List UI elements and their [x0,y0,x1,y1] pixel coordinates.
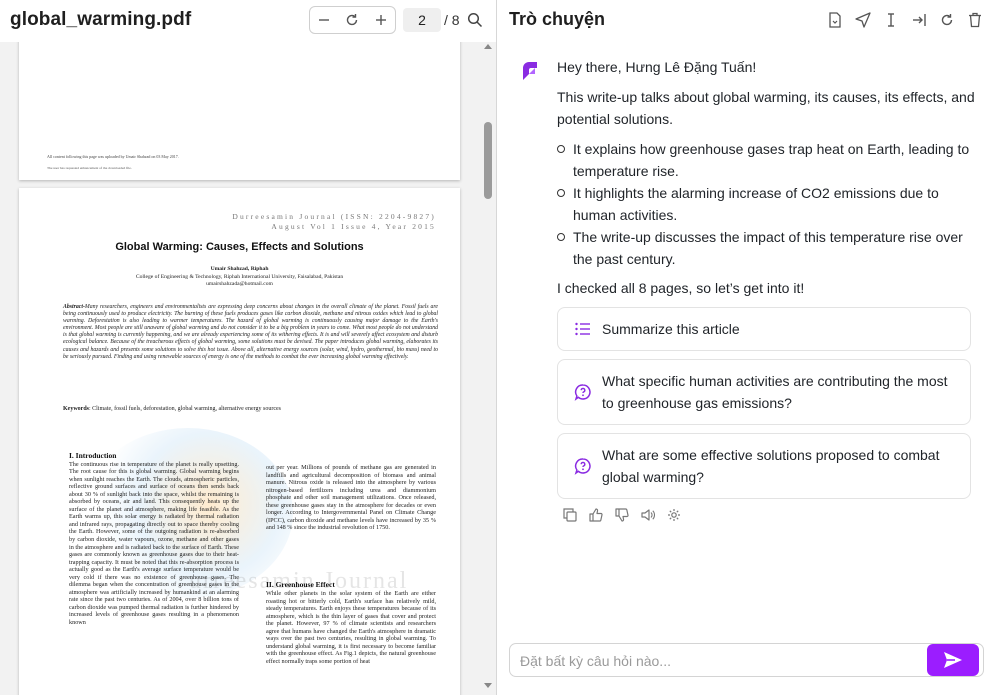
suggestion-summarize[interactable]: Summarize this article [557,307,971,351]
question-bubble-icon [574,383,592,401]
keywords-text: : Climate, fossil fuels, deforestation, … [89,406,282,412]
keywords-label: Keywords [63,406,89,412]
section2-text: While other planets in the solar system … [266,590,436,665]
thumbs-up-button[interactable] [589,508,603,522]
chat-input-box [509,643,984,677]
pdf-page-1: All content following this page was uplo… [19,42,460,180]
chat-input[interactable] [520,650,920,672]
page-total: / 8 [444,12,460,28]
section1-text: The continuous rise in temperature of th… [69,460,239,627]
thumbs-up-icon [589,508,603,522]
send-arrow-icon [944,652,962,668]
send-icon [854,11,871,28]
text-cursor-button[interactable] [881,9,900,30]
chat-title: Trò chuyện [509,9,606,29]
pdf-scrollbar[interactable] [480,42,496,695]
rotate-button[interactable] [340,8,364,32]
suggestion-question[interactable]: What specific human activities are contr… [557,359,971,425]
author-name: Umair Shahzad, Riphah [210,266,269,272]
pdf-file-name: global_warming.pdf [10,9,192,30]
pdf-page-2: Durreesamin Journal (ISSN: 2204-9827) Au… [19,188,460,695]
read-aloud-button[interactable] [641,508,655,522]
scroll-thumb[interactable] [484,122,492,199]
abstract-text: Many researchers, engineers and environm… [63,304,438,360]
paper-title: Global Warming: Causes, Effects and Solu… [115,241,364,253]
summary-bullet: It highlights the alarming increase of C… [557,182,977,226]
section1-heading: I. Introduction [69,451,117,460]
file-button[interactable] [825,9,844,30]
zoom-out-button[interactable] [312,8,336,32]
copy-button[interactable] [563,508,577,522]
paper-keywords: Keywords: Climate, fossil fuels, defores… [63,406,438,412]
assistant-avatar [519,60,541,82]
message-actions [563,508,681,522]
author-email: umairshahzada@hotmail.com [206,281,273,287]
suggestion-label: Summarize this article [602,321,740,337]
list-icon [574,320,592,338]
journal-line-1: Durreesamin Journal (ISSN: 2204-9827) [232,212,436,221]
pdf-search-button[interactable] [464,8,486,32]
refresh-button[interactable] [937,9,956,30]
zoom-out-icon [319,19,330,21]
trash-icon [968,12,981,27]
zoom-controls [309,6,396,34]
page1-footer-uploaded: All content following this page was uplo… [47,154,179,159]
summary-bullet: It explains how greenhouse gases trap he… [557,138,977,182]
suggestion-label: What are some effective solutions propos… [602,447,940,485]
file-icon [828,11,841,28]
send-to-button[interactable] [853,9,872,30]
copy-icon [563,508,577,522]
pdf-toolbar: global_warming.pdf 2 / 8 [0,0,496,42]
thumbs-down-icon [615,508,629,522]
settings-button[interactable] [667,508,681,522]
refresh-icon [941,13,952,25]
zoom-in-icon [375,15,386,25]
chat-toolbar [825,9,984,30]
settings-icon [668,509,680,521]
send-button[interactable] [927,644,979,676]
pages-checked-message: I checked all 8 pages, so let’s get into… [557,280,805,296]
right-column-top: out per year. Millions of pounds of meth… [266,464,436,532]
thumbs-down-button[interactable] [615,508,629,522]
pdf-pane: global_warming.pdf 2 / 8 All content fol… [0,0,497,695]
summary-bullet: The write-up discusses the impact of thi… [557,226,977,270]
pdf-viewport[interactable]: All content following this page was uplo… [0,42,480,695]
intro-column: I. Introduction The continuous rise in t… [69,452,239,627]
suggestion-question[interactable]: What are some effective solutions propos… [557,433,971,499]
section2-heading: II. Greenhouse Effect [266,580,335,589]
app-window: global_warming.pdf 2 / 8 All content fol… [0,0,994,695]
intro-message: This write-up talks about global warming… [557,89,975,127]
question-bubble-icon [574,457,592,475]
zoom-in-button[interactable] [369,8,393,32]
journal-line-2: August Vol 1 Issue 4, Year 2015 [271,222,436,231]
export-button[interactable] [909,9,928,30]
assistant-logo-icon [523,62,537,80]
export-icon [912,13,926,26]
author-block: Umair Shahzad, Riphah College of Enginee… [19,266,460,289]
text-cursor-icon [887,12,894,27]
paper-abstract: Abstract-Many researchers, engineers and… [63,304,438,361]
suggestion-label: What specific human activities are contr… [602,373,948,411]
page1-footer-note: The user has requested enhancement of th… [47,166,132,170]
chat-pane: Trò chuyện Hey there, Hưng Lê Đặng Tuấn!… [497,0,994,695]
scroll-up-arrow[interactable] [484,44,492,49]
scroll-down-arrow[interactable] [484,683,492,688]
greeting-message: Hey there, Hưng Lê Đặng Tuấn! [557,59,757,75]
page-number-input[interactable]: 2 [403,8,441,32]
author-affiliation: College of Engineering & Technology, Rip… [135,273,344,280]
journal-header: Durreesamin Journal (ISSN: 2204-9827) Au… [232,212,436,232]
delete-button[interactable] [965,9,984,30]
speaker-icon [641,509,655,521]
summary-bullets: It explains how greenhouse gases trap he… [557,138,977,270]
search-icon [467,12,483,28]
abstract-label: Abstract- [63,304,85,310]
rotate-icon [347,14,358,26]
